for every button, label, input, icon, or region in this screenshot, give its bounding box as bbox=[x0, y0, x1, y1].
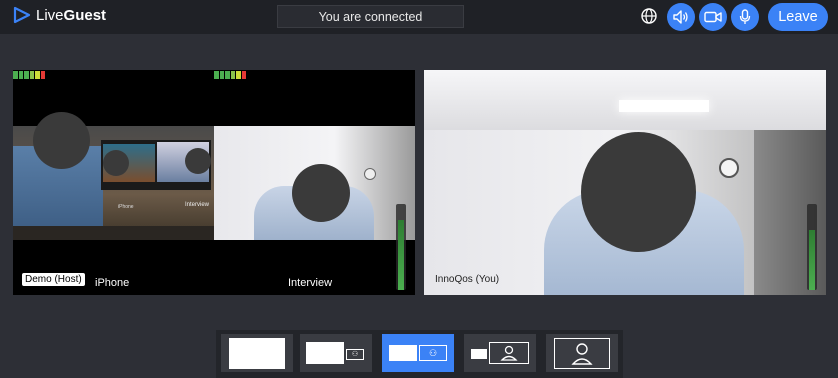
wall-clock bbox=[364, 168, 376, 180]
layout-pip-icon: ⚇ bbox=[306, 342, 366, 364]
play-logo-icon bbox=[13, 6, 31, 24]
host-video-panel[interactable]: iPhone Interview Demo (Host) iPhone Inte… bbox=[13, 70, 415, 295]
layout-reverse-pip-icon bbox=[471, 342, 529, 364]
brand-bold: Guest bbox=[63, 6, 107, 24]
volume-level-meter bbox=[807, 204, 817, 290]
layout-side-by-side-button[interactable]: ⚇ bbox=[382, 334, 454, 372]
blurred-face bbox=[33, 112, 90, 169]
brand-light: Live bbox=[36, 6, 64, 24]
layout-person-icon bbox=[554, 337, 610, 369]
blurred-face bbox=[292, 164, 350, 222]
layout-single-icon bbox=[229, 337, 285, 369]
blurred-face bbox=[103, 150, 129, 176]
blurred-face bbox=[581, 132, 696, 252]
speaker-button[interactable] bbox=[667, 3, 695, 31]
audio-meter-a bbox=[13, 71, 45, 79]
speaker-icon bbox=[673, 10, 688, 24]
screen-label: Interview bbox=[185, 202, 210, 208]
host-tag: Demo (Host) bbox=[22, 273, 85, 286]
layout-small-with-large-button[interactable] bbox=[464, 334, 536, 372]
video-camera-icon bbox=[704, 11, 722, 23]
ceiling-light bbox=[619, 100, 709, 112]
iphone-feed-scene: iPhone Interview bbox=[13, 112, 214, 240]
leave-button[interactable]: Leave bbox=[768, 3, 828, 31]
source-label-interview: Interview bbox=[288, 277, 333, 289]
wall-clock bbox=[719, 158, 739, 178]
layout-single-large-button[interactable] bbox=[221, 334, 293, 372]
app-logo: Live Guest bbox=[12, 6, 106, 24]
layout-selector: ⚇ ⚇ bbox=[216, 330, 623, 378]
layout-person-only-button[interactable] bbox=[546, 334, 618, 372]
globe-icon[interactable] bbox=[640, 7, 658, 25]
top-bar: Live Guest You are connected Leave bbox=[0, 0, 838, 34]
connection-status: You are connected bbox=[277, 5, 464, 28]
microphone-button[interactable] bbox=[731, 3, 759, 31]
source-label-iphone: iPhone bbox=[95, 277, 130, 289]
self-video-panel[interactable]: InnoQos (You) bbox=[424, 70, 826, 295]
blurred-face bbox=[185, 148, 211, 174]
self-name-tag: InnoQos (You) bbox=[435, 274, 500, 285]
interview-feed-scene bbox=[214, 126, 415, 240]
layout-large-with-small-button[interactable]: ⚇ bbox=[300, 334, 372, 372]
volume-level-meter bbox=[396, 204, 406, 290]
microphone-icon bbox=[739, 9, 751, 24]
camera-button[interactable] bbox=[699, 3, 727, 31]
audio-meter-b bbox=[214, 71, 246, 79]
layout-side-by-side-icon: ⚇ bbox=[389, 345, 447, 361]
